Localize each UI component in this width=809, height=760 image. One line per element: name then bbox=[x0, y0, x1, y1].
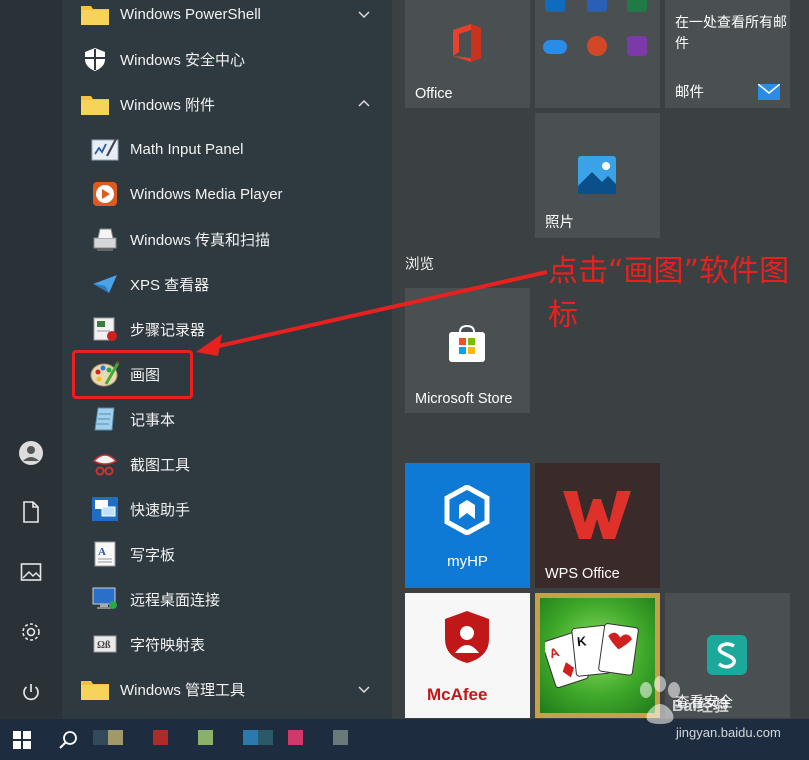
search-icon bbox=[59, 730, 77, 749]
taskbar-app-1[interactable] bbox=[93, 730, 108, 745]
taskbar-app-2[interactable] bbox=[108, 730, 123, 745]
taskbar-app-7[interactable] bbox=[288, 730, 303, 745]
annotation-arrow bbox=[196, 270, 548, 356]
taskbar-app-3[interactable] bbox=[153, 730, 168, 745]
taskbar-app-6[interactable] bbox=[258, 730, 273, 745]
watermark-brand: Bai经验 bbox=[672, 698, 729, 715]
taskbar-app-8[interactable] bbox=[333, 730, 348, 745]
watermark-url: jingyan.baidu.com bbox=[676, 725, 781, 740]
annotation-text: 点击“画图”软件图标 bbox=[548, 254, 790, 333]
search-button[interactable] bbox=[46, 719, 90, 760]
start-button[interactable] bbox=[0, 719, 44, 760]
windows-logo-icon bbox=[13, 730, 31, 749]
taskbar-app-5[interactable] bbox=[243, 730, 258, 745]
taskbar-app-4[interactable] bbox=[198, 730, 213, 745]
